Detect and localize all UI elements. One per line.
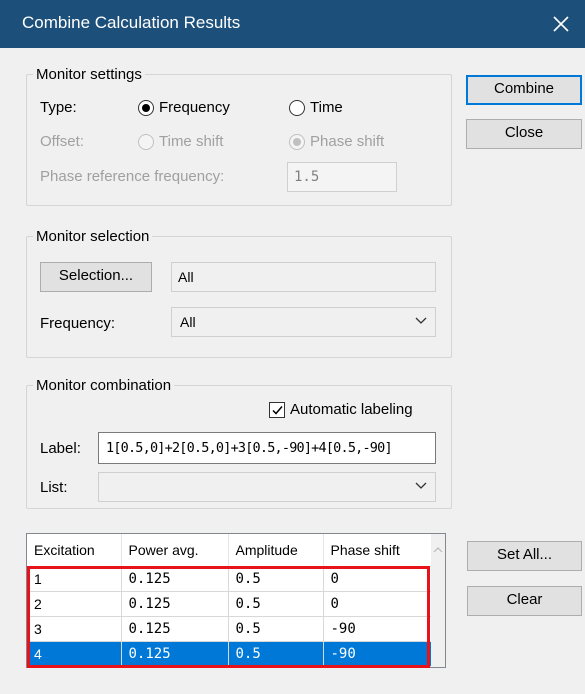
title-bar: Combine Calculation Results — [0, 0, 585, 48]
table-cell[interactable]: 4 — [27, 641, 122, 667]
table-cell[interactable]: 0.125 — [121, 641, 229, 667]
phase-reference-label: Phase reference frequency: — [40, 168, 225, 185]
column-header-phase-shift[interactable]: Phase shift — [323, 534, 434, 567]
radio-time-indicator — [289, 99, 305, 116]
monitor-selection-group: Monitor selection — [26, 228, 452, 358]
clear-button[interactable]: Clear — [467, 586, 582, 616]
window-close-button[interactable] — [539, 0, 585, 48]
list-label: List: — [40, 479, 68, 496]
table-cell[interactable]: 1 — [27, 566, 122, 592]
table-header-row: Excitation Power avg. Amplitude Phase sh… — [27, 534, 434, 567]
table-cell[interactable]: 0.5 — [228, 616, 324, 642]
table-cell[interactable]: 0.5 — [228, 566, 324, 592]
label-label: Label: — [40, 440, 81, 457]
monitor-selection-legend: Monitor selection — [36, 228, 150, 245]
radio-time[interactable]: Time — [289, 99, 343, 116]
frequency-dropdown[interactable]: All — [171, 307, 436, 337]
combine-button[interactable]: Combine — [466, 75, 582, 105]
type-label: Type: — [40, 99, 77, 116]
close-icon — [553, 16, 569, 32]
radio-phase-shift-indicator — [289, 133, 305, 150]
table-cell[interactable]: 0.125 — [121, 591, 229, 617]
frequency-dropdown-value: All — [180, 314, 196, 330]
table-cell[interactable]: 0.5 — [228, 641, 324, 667]
table-cell[interactable]: 0 — [323, 566, 434, 592]
table-cell[interactable]: -90 — [323, 641, 434, 667]
table-cell[interactable]: 3 — [27, 616, 122, 642]
chevron-down-icon — [415, 317, 427, 324]
radio-time-shift-indicator — [138, 133, 154, 150]
selection-value-field: All — [171, 262, 436, 292]
table-cell[interactable]: 2 — [27, 591, 122, 617]
close-button[interactable]: Close — [466, 119, 582, 149]
radio-phase-shift[interactable]: Phase shift — [289, 133, 384, 150]
automatic-labeling-label[interactable]: Automatic labeling — [290, 401, 413, 418]
automatic-labeling-checkbox[interactable] — [269, 402, 285, 418]
radio-phase-shift-label: Phase shift — [310, 133, 385, 150]
chevron-down-icon — [415, 482, 427, 489]
column-header-amplitude[interactable]: Amplitude — [228, 534, 324, 567]
table-scrollbar[interactable] — [431, 534, 445, 667]
table-row[interactable]: 1 0.125 0.5 0 — [27, 566, 434, 592]
frequency-label: Frequency: — [40, 315, 116, 332]
label-input[interactable]: 1[0.5,0]+2[0.5,0]+3[0.5,-90]+4[0.5,-90] — [98, 432, 436, 464]
table-cell[interactable]: 0.125 — [121, 616, 229, 642]
phase-reference-input[interactable]: 1.5 — [287, 162, 397, 192]
excitation-table[interactable]: Excitation Power avg. Amplitude Phase sh… — [26, 533, 446, 668]
window-title: Combine Calculation Results — [22, 13, 241, 32]
selection-button[interactable]: Selection... — [40, 262, 152, 292]
radio-frequency[interactable]: Frequency — [138, 99, 230, 116]
list-dropdown[interactable] — [98, 472, 436, 502]
table-row[interactable]: 3 0.125 0.5 -90 — [27, 616, 434, 642]
table-cell[interactable]: -90 — [323, 616, 434, 642]
radio-time-shift-label: Time shift — [159, 133, 224, 150]
radio-time-label: Time — [310, 99, 343, 116]
set-all-button[interactable]: Set All... — [467, 541, 582, 571]
table-cell[interactable]: 0.125 — [121, 566, 229, 592]
monitor-settings-legend: Monitor settings — [36, 66, 142, 83]
column-header-excitation[interactable]: Excitation — [27, 534, 122, 567]
table-row-selected[interactable]: 4 0.125 0.5 -90 — [27, 641, 434, 667]
chevron-up-icon — [433, 547, 443, 553]
monitor-combination-legend: Monitor combination — [36, 377, 172, 394]
checkmark-icon — [272, 406, 283, 415]
radio-frequency-label: Frequency — [159, 99, 230, 116]
radio-frequency-indicator — [138, 99, 154, 116]
table-cell[interactable]: 0.5 — [228, 591, 324, 617]
column-header-power-avg[interactable]: Power avg. — [121, 534, 229, 567]
radio-time-shift[interactable]: Time shift — [138, 133, 223, 150]
table-row[interactable]: 2 0.125 0.5 0 — [27, 591, 434, 617]
offset-label: Offset: — [40, 133, 84, 150]
table-cell[interactable]: 0 — [323, 591, 434, 617]
